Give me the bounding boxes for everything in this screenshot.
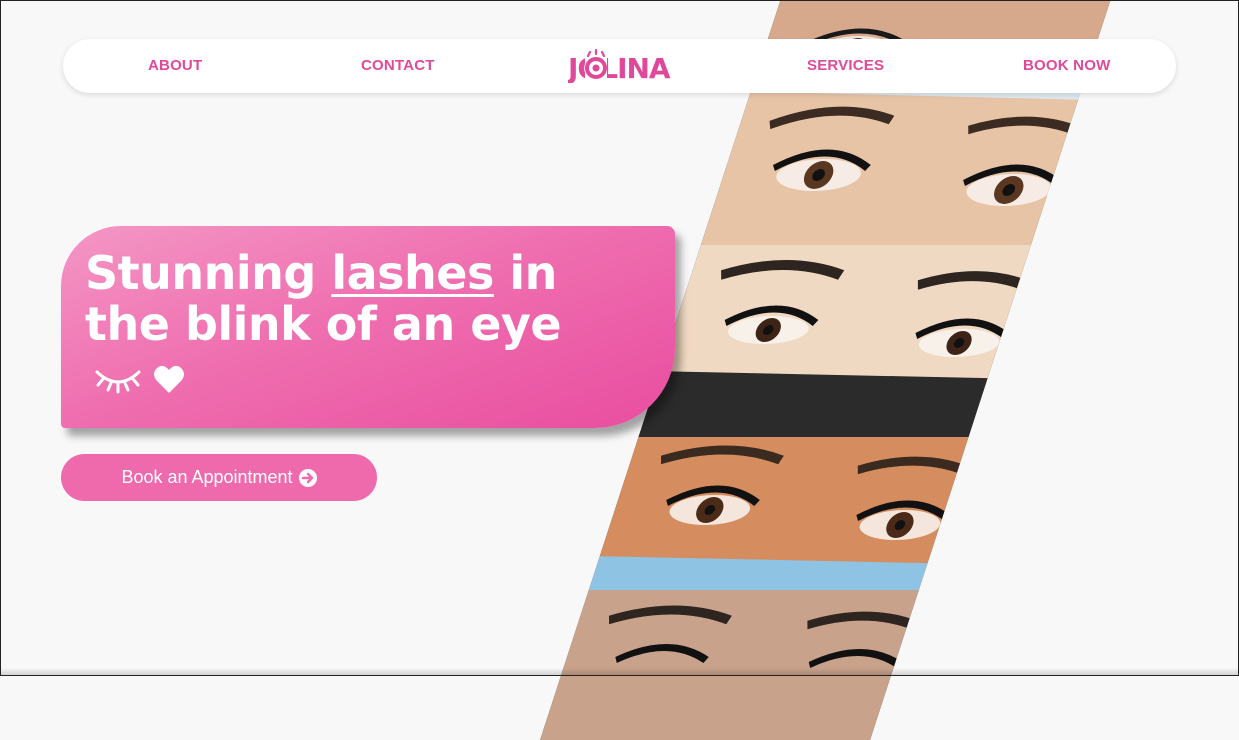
hero-icons — [93, 364, 193, 396]
headline-part1: Stunning — [85, 246, 332, 300]
headline-line2: the blink of an eye — [85, 297, 562, 351]
hero-card: Stunning lashes in the blink of an eye — [61, 226, 675, 428]
logo-eye-icon — [585, 48, 607, 79]
headline-underlined-word: lashes — [331, 246, 494, 300]
arrow-circle-right-icon — [298, 468, 317, 487]
book-appointment-label: Book an Appointment — [121, 467, 293, 487]
nav-about-link[interactable]: ABOUT — [148, 57, 202, 74]
jolina-logo-graphic: JOLINA — [566, 48, 672, 85]
lashes-photo-2 — [640, 80, 1130, 245]
bottom-shadow — [0, 668, 1239, 676]
closed-eye-lashes-icon — [95, 370, 141, 394]
jolina-logo[interactable]: JOLINA — [566, 48, 672, 85]
nav-services-link[interactable]: SERVICES — [807, 57, 884, 74]
nav-contact-link[interactable]: CONTACT — [361, 57, 435, 74]
lashes-photo-5 — [540, 590, 1009, 740]
top-nav: ABOUT CONTACT JOLINA SERVICES BOOK NOW — [63, 39, 1176, 93]
heart-icon — [154, 365, 184, 393]
nav-book-now-link[interactable]: BOOK NOW — [1023, 57, 1110, 74]
hero-headline: Stunning lashes in the blink of an eye — [85, 246, 562, 351]
headline-part2: in — [493, 246, 557, 300]
jolina-logo-text: JOLINA — [568, 52, 671, 83]
lashes-photo-4 — [540, 415, 1066, 590]
book-appointment-button[interactable]: Book an Appointment — [61, 454, 377, 501]
